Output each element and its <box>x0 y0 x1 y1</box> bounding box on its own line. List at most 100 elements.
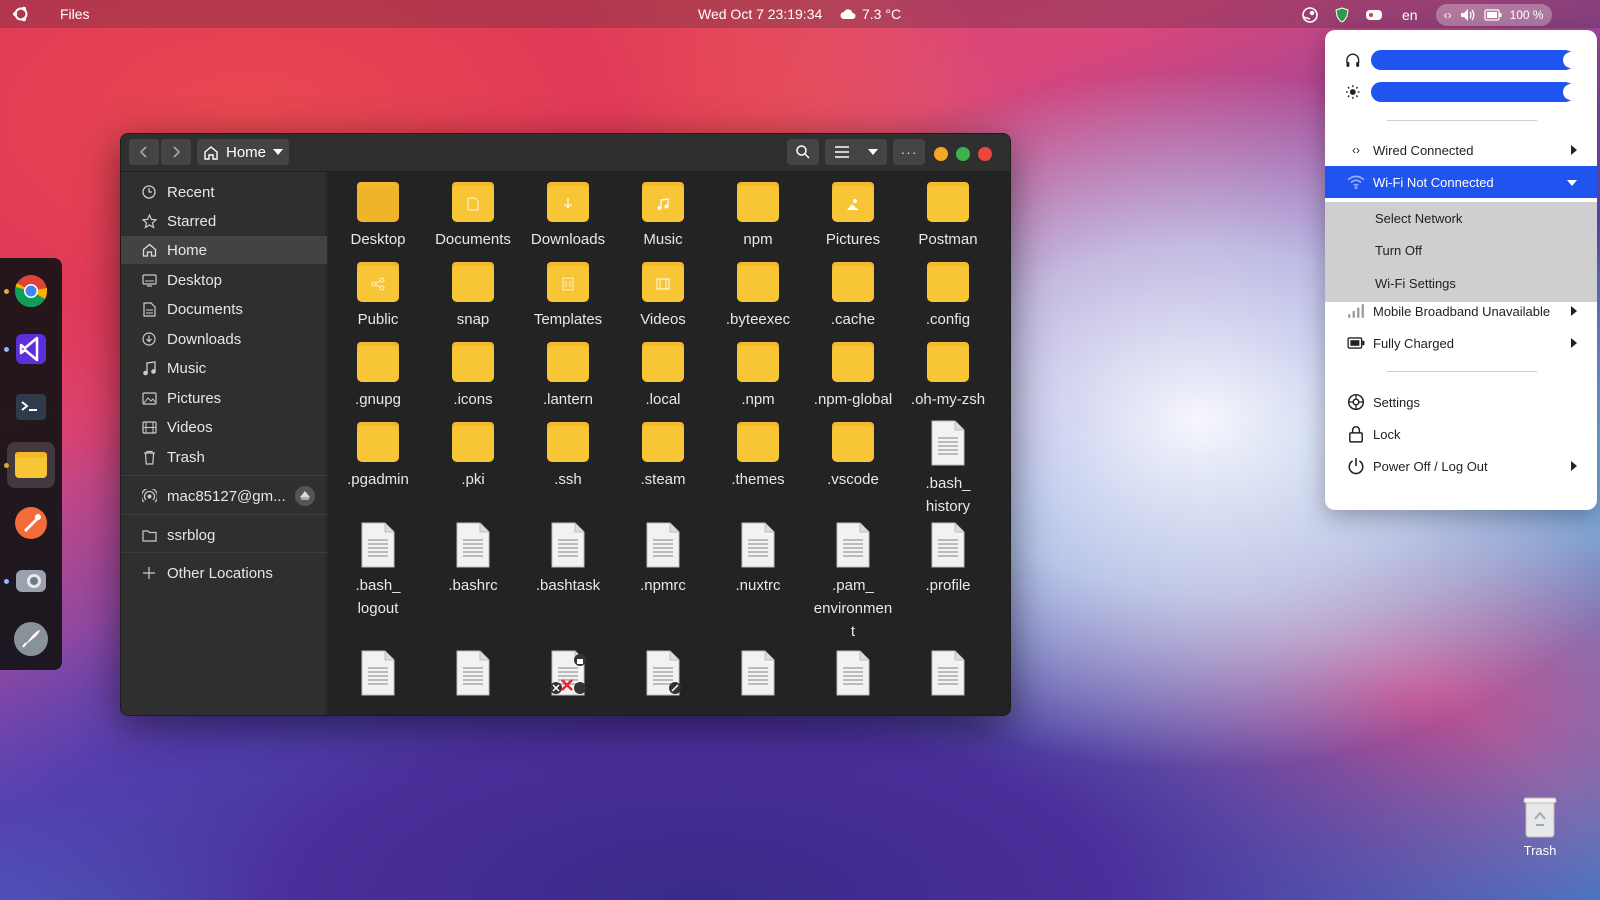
dock-launcher[interactable] <box>7 616 55 662</box>
dock-terminal[interactable] <box>7 384 55 430</box>
status-menu-button[interactable]: ‹› 100 % <box>1435 4 1552 26</box>
file-item[interactable] <box>427 650 519 696</box>
wired-connection-item[interactable]: ‹› Wired Connected <box>1325 134 1597 166</box>
dock-chrome[interactable] <box>4 268 55 314</box>
file-item[interactable] <box>332 650 424 696</box>
file-item[interactable] <box>712 650 804 696</box>
clock[interactable]: Wed Oct 7 23:19:34 <box>698 6 822 22</box>
desktop-trash[interactable]: Trash <box>1508 795 1572 858</box>
select-network-item[interactable]: Select Network <box>1375 202 1462 234</box>
wifi-item[interactable]: Wi-Fi Not Connected <box>1325 166 1597 198</box>
screenshot-icon <box>16 570 46 592</box>
sidebar-item-account[interactable]: mac85127@gm... <box>121 482 327 510</box>
folder-item[interactable]: .steam <box>617 420 709 491</box>
view-toggle-button[interactable] <box>825 139 887 165</box>
sidebar-item-other-locations[interactable]: Other Locations <box>121 559 327 587</box>
file-label: Videos <box>640 311 686 328</box>
dock-postman[interactable] <box>7 500 55 546</box>
sidebar-item-videos[interactable]: Videos <box>121 413 327 441</box>
folder-item[interactable]: .lantern <box>522 340 614 411</box>
battery-item[interactable]: Fully Charged <box>1325 327 1597 359</box>
folder-item[interactable]: .config <box>902 260 994 331</box>
sidebar-item-starred[interactable]: Starred <box>121 207 327 235</box>
sidebar-item-trash[interactable]: Trash <box>121 443 327 471</box>
folder-item[interactable]: Public <box>332 260 424 331</box>
folder-item[interactable]: .icons <box>427 340 519 411</box>
file-item[interactable] <box>902 650 994 696</box>
sidebar-item-downloads[interactable]: Downloads <box>121 325 327 353</box>
active-app-name[interactable]: Files <box>60 6 90 22</box>
lock-icon <box>1349 426 1363 443</box>
file-item[interactable]: .npmrc <box>617 522 709 597</box>
brightness-slider[interactable] <box>1370 82 1579 102</box>
folder-item[interactable]: Music <box>617 180 709 251</box>
sidebar-item-documents[interactable]: Documents <box>121 295 327 323</box>
file-item[interactable]: .bash_ history <box>902 420 994 518</box>
folder-item[interactable]: .oh-my-zsh <box>902 340 994 411</box>
file-item[interactable] <box>522 650 614 696</box>
file-item[interactable]: .profile <box>902 522 994 597</box>
folder-item[interactable]: Documents <box>427 180 519 251</box>
close-button[interactable] <box>978 147 992 161</box>
folder-item[interactable]: npm <box>712 180 804 251</box>
folder-item[interactable]: .vscode <box>807 420 899 491</box>
ubuntu-logo-icon[interactable] <box>12 5 30 23</box>
file-item[interactable]: .bashrc <box>427 522 519 597</box>
volume-slider[interactable] <box>1370 50 1579 70</box>
folder-item[interactable]: .local <box>617 340 709 411</box>
sidebar-item-recent[interactable]: Recent <box>121 178 327 206</box>
file-item[interactable] <box>807 650 899 696</box>
menu-button[interactable]: ··· <box>893 139 925 165</box>
sidebar-item-ssrblog[interactable]: ssrblog <box>121 521 327 549</box>
file-item[interactable]: .pam_ environmen t <box>807 522 899 643</box>
chevron-down-icon <box>1567 180 1577 186</box>
dock-files[interactable] <box>4 442 55 488</box>
folder-item[interactable]: .ssh <box>522 420 614 491</box>
power-off-item[interactable]: Power Off / Log Out <box>1325 450 1597 482</box>
file-item[interactable]: .bash_ logout <box>332 522 424 620</box>
dock-screenshot[interactable] <box>4 558 55 604</box>
maximize-button[interactable] <box>956 147 970 161</box>
sidebar-item-music[interactable]: Music <box>121 354 327 382</box>
file-item[interactable]: .bashtask <box>522 522 614 597</box>
sidebar-item-pictures[interactable]: Pictures <box>121 384 327 412</box>
lock-item[interactable]: Lock <box>1325 418 1597 450</box>
folder-item[interactable]: .npm-global <box>807 340 899 411</box>
folder-item[interactable]: .gnupg <box>332 340 424 411</box>
mobile-broadband-item[interactable]: Mobile Broadband Unavailable <box>1325 295 1597 327</box>
file-item[interactable] <box>617 650 709 696</box>
language-indicator[interactable]: en <box>1402 7 1418 23</box>
folder-item[interactable]: Templates <box>522 260 614 331</box>
drive-tray-icon[interactable] <box>1364 5 1384 25</box>
eject-button[interactable] <box>295 486 315 506</box>
folder-item[interactable]: .cache <box>807 260 899 331</box>
folder-item[interactable]: Videos <box>617 260 709 331</box>
folder-item[interactable]: .pgadmin <box>332 420 424 491</box>
folder-item[interactable]: .byteexec <box>712 260 804 331</box>
sidebar-item-desktop[interactable]: Desktop <box>121 266 327 294</box>
settings-item[interactable]: Settings <box>1325 386 1597 418</box>
steam-tray-icon[interactable] <box>1300 5 1320 25</box>
folder-item[interactable]: Postman <box>902 180 994 251</box>
slider-knob[interactable] <box>1562 52 1579 68</box>
folder-item[interactable]: .themes <box>712 420 804 491</box>
minimize-button[interactable] <box>934 147 948 161</box>
chevron-down-icon <box>272 149 283 155</box>
weather-indicator[interactable]: 7.3 °C <box>840 6 901 22</box>
turn-off-item[interactable]: Turn Off <box>1375 234 1422 266</box>
forward-button[interactable] <box>161 139 191 165</box>
folder-item[interactable]: Desktop <box>332 180 424 251</box>
path-bar-home[interactable]: Home <box>197 139 289 165</box>
file-item[interactable]: .nuxtrc <box>712 522 804 597</box>
folder-item[interactable]: snap <box>427 260 519 331</box>
back-button[interactable] <box>129 139 159 165</box>
sidebar-item-home[interactable]: Home <box>121 236 327 264</box>
folder-item[interactable]: Pictures <box>807 180 899 251</box>
folder-item[interactable]: .pki <box>427 420 519 491</box>
folder-item[interactable]: Downloads <box>522 180 614 251</box>
slider-knob[interactable] <box>1562 84 1579 100</box>
dock-vscode[interactable] <box>4 326 55 372</box>
shield-tray-icon[interactable] <box>1332 5 1352 25</box>
folder-item[interactable]: .npm <box>712 340 804 411</box>
search-button[interactable] <box>787 139 819 165</box>
